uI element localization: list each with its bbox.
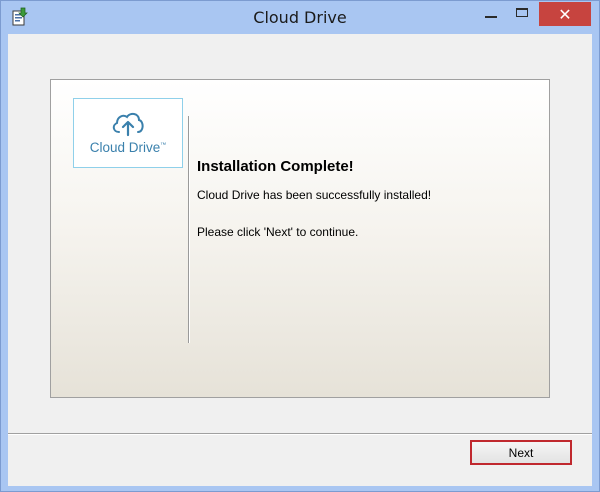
trademark-mark: ™ [160,142,167,149]
next-button[interactable]: Next [470,440,572,465]
title-bar[interactable]: Cloud Drive ✕ [1,1,599,34]
cloud-upload-icon [112,112,144,137]
minimize-button[interactable] [478,3,504,25]
close-icon: ✕ [558,4,572,24]
logo-text: Cloud Drive™ [74,140,182,155]
content-panel: Cloud Drive™ Installation Complete! Clou… [50,79,550,398]
success-message: Cloud Drive has been successfully instal… [197,188,432,202]
maximize-button[interactable] [509,3,535,25]
logo-name: Cloud Drive [89,140,161,155]
vertical-divider [188,116,190,343]
close-button[interactable]: ✕ [539,2,591,26]
dialog-body: Cloud Drive™ Installation Complete! Clou… [8,34,592,486]
page-title: Installation Complete! [197,158,354,175]
instruction-text: Please click 'Next' to continue. [197,225,359,239]
installer-window: Cloud Drive ✕ Cloud Drive™ Installation … [0,0,600,492]
next-button-label: Next [508,445,534,460]
brand-logo: Cloud Drive™ [73,98,183,168]
footer-separator [8,433,592,435]
